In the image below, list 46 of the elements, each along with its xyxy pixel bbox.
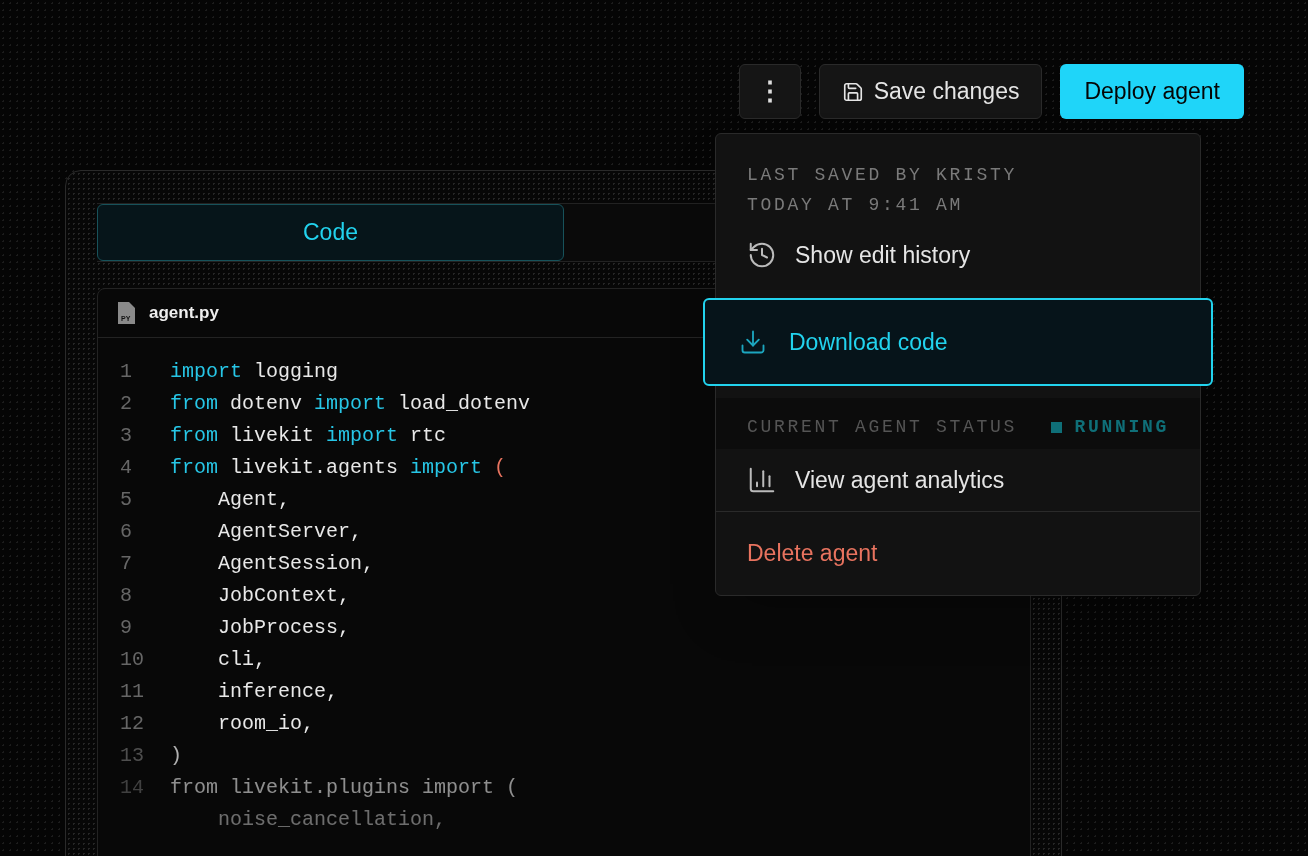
- status-value: RUNNING: [1074, 416, 1169, 439]
- code-line: from dotenv import load_dotenv: [170, 391, 531, 417]
- code-line: from livekit.agents import (: [170, 455, 507, 481]
- last-saved-caption: LAST SAVED BY KRISTY: [747, 164, 1019, 187]
- menu-item[interactable]: View agent analytics: [716, 449, 1200, 511]
- line-number: 11: [120, 679, 145, 705]
- code-line: JobContext,: [217, 583, 351, 609]
- line-number: 14: [120, 775, 145, 801]
- menu-item[interactable]: Download code: [703, 298, 1213, 386]
- bar-chart-icon: [747, 465, 777, 495]
- code-line: cli,: [217, 647, 266, 673]
- code-line: import logging: [170, 359, 339, 385]
- menu-item[interactable]: Show edit history: [716, 224, 1200, 286]
- line-number: 1: [120, 359, 133, 385]
- last-saved-caption: TODAY AT 9:41 AM: [747, 194, 965, 217]
- save-icon: [841, 80, 864, 103]
- line-number: 5: [120, 487, 133, 513]
- line-number: 4: [120, 455, 133, 481]
- save-button[interactable]: Save changes: [818, 64, 1043, 119]
- line-number: 3: [120, 423, 133, 449]
- line-number: 2: [120, 391, 133, 417]
- more-button[interactable]: ⋮: [738, 64, 801, 119]
- code-line: ): [170, 743, 182, 769]
- line-number: 6: [120, 519, 133, 545]
- code-line: noise_cancellation,: [217, 807, 447, 833]
- tab[interactable]: Code: [97, 204, 564, 261]
- code-line: from livekit import rtc: [170, 423, 447, 449]
- line-number: 13: [120, 743, 145, 769]
- code-line: room_io,: [217, 711, 315, 737]
- line-number: 9: [120, 615, 133, 641]
- line-number: 8: [120, 583, 133, 609]
- deploy-button[interactable]: Deploy agent: [1060, 64, 1244, 119]
- line-number: 12: [120, 711, 145, 737]
- code-line: JobProcess,: [217, 615, 351, 641]
- code-line: Agent,: [217, 487, 291, 513]
- delete-menu-item[interactable]: Delete agent: [716, 511, 1200, 595]
- code-line: inference,: [217, 679, 339, 705]
- download-icon: [739, 328, 767, 356]
- code-line: AgentSession,: [217, 551, 375, 577]
- line-number: 7: [120, 551, 133, 577]
- line-number: 10: [120, 647, 145, 673]
- history-icon: [747, 240, 777, 270]
- code-line: AgentServer,: [217, 519, 363, 545]
- status-label: CURRENT AGENT STATUS: [747, 416, 1018, 439]
- file-name: agent.py: [149, 302, 219, 325]
- code-line: from livekit.plugins import (: [170, 775, 519, 801]
